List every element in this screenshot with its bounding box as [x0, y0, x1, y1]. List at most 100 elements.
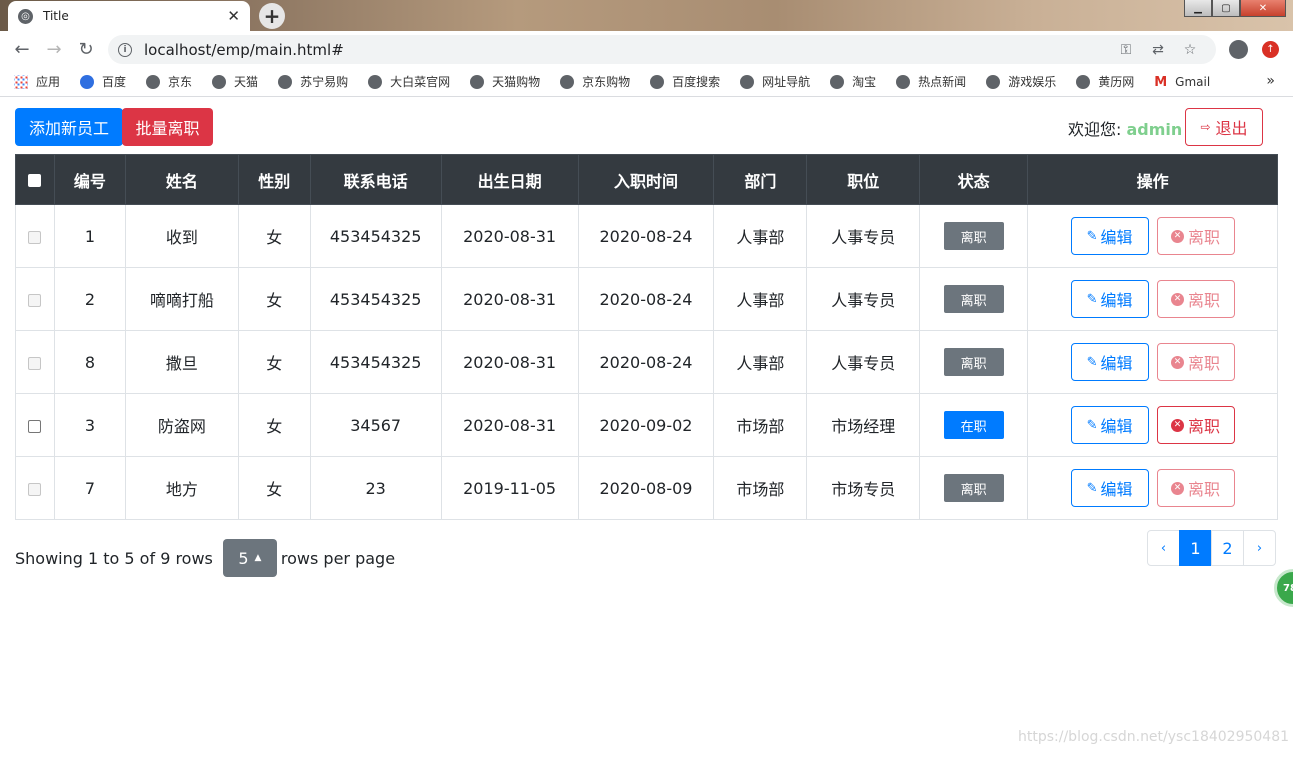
table-header-row: 编号 姓名 性别 联系电话 出生日期 入职时间 部门 职位 状态 操作 [15, 154, 1278, 205]
page-1-button[interactable]: 1 [1179, 530, 1212, 566]
bookmark-item[interactable]: 天猫购物 [470, 73, 540, 90]
star-icon[interactable]: ☆ [1174, 42, 1206, 58]
pencil-icon: ✎ [1086, 480, 1098, 496]
status-badge: 离职 [943, 348, 1004, 376]
status-badge: 在职 [943, 411, 1004, 439]
bookmark-item[interactable]: 京东 [146, 73, 192, 90]
bookmark-item[interactable]: 游戏娱乐 [986, 73, 1056, 90]
bookmark-item[interactable]: 天猫 [212, 73, 258, 90]
column-header: 出生日期 [440, 154, 579, 205]
cell-gender: 女 [237, 393, 311, 457]
window-close-icon[interactable]: ✕ [1240, 0, 1286, 17]
batch-leave-button[interactable]: 批量离职 [122, 108, 213, 146]
next-page-button[interactable]: › [1243, 530, 1276, 566]
new-tab-button[interactable]: + [259, 3, 285, 29]
bookmark-item[interactable]: 网址导航 [740, 73, 810, 90]
sign-out-icon: ⇨ [1200, 120, 1211, 134]
bookmark-label: 京东 [168, 75, 193, 89]
update-icon[interactable]: ↑ [1262, 41, 1279, 58]
leave-label: 离职 [1188, 480, 1221, 499]
column-header: 操作 [1027, 154, 1278, 205]
select-all-checkbox[interactable] [28, 174, 42, 187]
page-2-button[interactable]: 2 [1211, 530, 1244, 566]
reload-icon[interactable]: ↻ [70, 39, 102, 60]
row-checkbox[interactable] [28, 419, 42, 433]
bookmark-item[interactable]: 京东购物 [560, 73, 630, 90]
bookmark-item[interactable]: 苏宁易购 [278, 73, 348, 90]
row-checkbox [28, 230, 42, 244]
profile-icon[interactable] [1229, 40, 1248, 59]
forward-icon[interactable]: → [38, 39, 70, 60]
cell-dept: 市场部 [713, 456, 808, 520]
cell-position: 市场经理 [806, 393, 921, 457]
more-bookmarks-icon[interactable]: » [1266, 73, 1275, 89]
bookmark-item[interactable]: 黄历网 [1076, 73, 1134, 90]
maximize-icon[interactable]: ▢ [1212, 0, 1240, 17]
bookmark-label: Gmail [1175, 74, 1211, 89]
row-checkbox [28, 356, 42, 370]
globe-icon [368, 74, 383, 89]
bookmark-label: 淘宝 [852, 75, 877, 89]
globe-icon [740, 74, 755, 89]
cell-dept: 人事部 [713, 204, 808, 268]
status-badge: 离职 [943, 474, 1004, 502]
info-icon[interactable]: i [118, 42, 132, 57]
cell-phone: 453454325 [309, 204, 442, 268]
prev-page-button[interactable]: ‹ [1147, 530, 1180, 566]
browser-tab[interactable]: ◎ Title ✕ [8, 1, 250, 31]
back-icon[interactable]: ← [6, 39, 38, 60]
pagination: ‹ 1 2 › [1147, 530, 1276, 566]
edit-button[interactable]: ✎ 编辑 [1070, 217, 1149, 255]
table-row: 7 地方女 23 2019-11-05 2020-08-09 市场部 市场专员 离职 ✎ 编辑 ✕ 离… [15, 456, 1278, 520]
edit-button[interactable]: ✎ 编辑 [1070, 343, 1149, 381]
bookmark-item[interactable]: 大白菜官网 [368, 73, 450, 90]
cell-phone: 453454325 [309, 330, 442, 394]
table-row: 8 撒旦女 453454325 2020-08-31 2020-08-24 人事部 人事专员… [15, 330, 1278, 394]
cell-name: 收到 [124, 204, 239, 268]
close-tab-icon[interactable]: ✕ [227, 7, 240, 25]
row-select-cell [15, 267, 55, 331]
pencil-icon: ✎ [1086, 417, 1098, 433]
bookmark-item[interactable]: 百度搜索 [650, 73, 720, 90]
caret-up-icon: ▲ [254, 553, 262, 563]
leave-button[interactable]: ✕ 离职 [1156, 406, 1235, 444]
key-icon[interactable]: ⚿ [1110, 42, 1142, 58]
logout-button[interactable]: ⇨ 退出 [1185, 108, 1263, 146]
minimize-icon[interactable]: ▁ [1184, 0, 1212, 17]
cell-name: 嘀嘀打船 [124, 267, 239, 331]
column-header: 姓名 [124, 154, 239, 205]
row-select-cell [15, 204, 55, 268]
edit-button[interactable]: ✎ 编辑 [1070, 280, 1149, 318]
edit-label: 编辑 [1100, 354, 1133, 373]
row-select-cell [15, 456, 55, 520]
leave-label: 离职 [1188, 291, 1221, 310]
times-circle-icon: ✕ [1171, 481, 1185, 495]
address-bar[interactable]: i localhost/emp/main.html# ⚿ ⇄ ☆ [108, 35, 1216, 64]
bookmark-item[interactable]: M Gmail [1154, 74, 1211, 90]
cell-hired: 2020-08-09 [577, 456, 715, 520]
page-size-dropdown[interactable]: 5 ▲ [222, 539, 277, 577]
bookmark-item[interactable]: 淘宝 [830, 73, 876, 90]
cell-hired: 2020-08-24 [577, 330, 715, 394]
gmail-icon: M [1154, 74, 1168, 90]
bookmark-item[interactable]: 热点新闻 [896, 73, 966, 90]
edit-button[interactable]: ✎ 编辑 [1070, 406, 1149, 444]
cell-gender: 女 [237, 204, 311, 268]
translate-icon[interactable]: ⇄ [1142, 42, 1174, 58]
cell-id: 2 [53, 267, 126, 331]
cell-position: 人事专员 [806, 267, 921, 331]
times-circle-icon: ✕ [1171, 418, 1185, 432]
bookmark-item[interactable]: 百度 [80, 73, 126, 90]
rows-per-page-text: rows per page [280, 548, 396, 568]
globe-icon [650, 74, 665, 89]
bookmark-item[interactable]: 应用 [14, 73, 60, 90]
add-employee-button[interactable]: 添加新员工 [15, 108, 123, 146]
pencil-icon: ✎ [1086, 354, 1098, 370]
globe-icon [830, 74, 845, 89]
cell-gender: 女 [237, 267, 311, 331]
floating-badge[interactable]: 78 [1274, 569, 1293, 607]
tab-title: Title [43, 9, 69, 23]
table-body: 1 收到女 453454325 2020-08-31 2020-08-24 人事部 人事专员… [15, 204, 1278, 520]
edit-button[interactable]: ✎ 编辑 [1070, 469, 1149, 507]
cell-hired: 2020-08-24 [577, 204, 715, 268]
